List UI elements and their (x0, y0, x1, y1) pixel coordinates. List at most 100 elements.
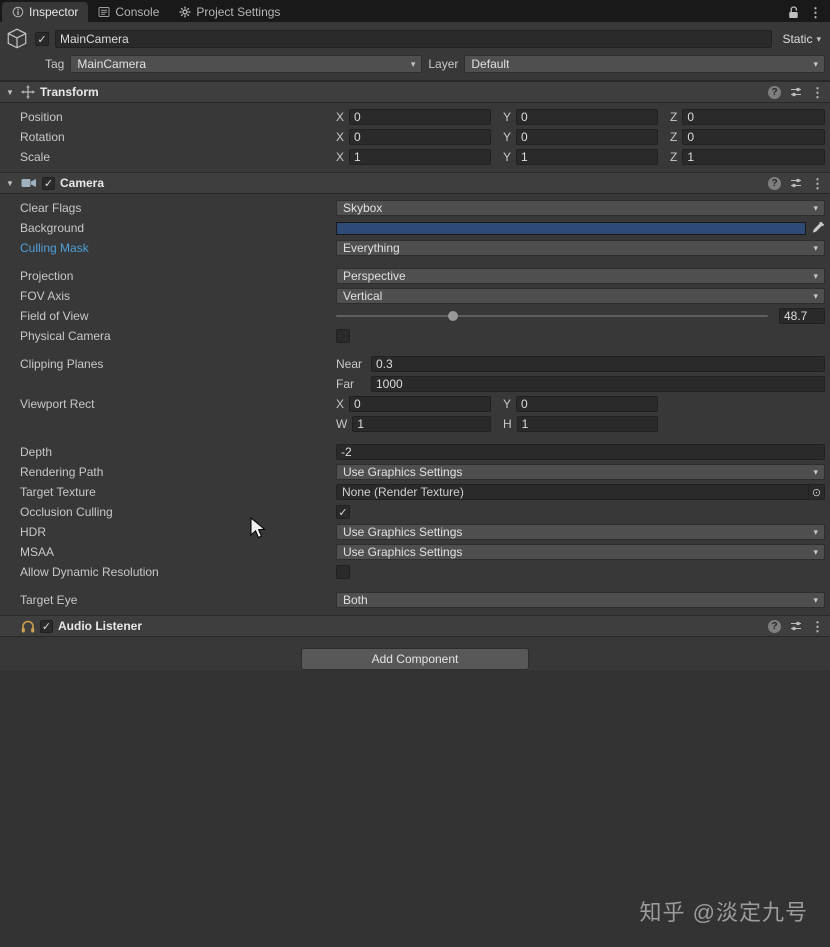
slider-track (336, 315, 768, 317)
depth-field[interactable] (336, 444, 825, 460)
presets-icon[interactable] (790, 177, 802, 189)
clipping-planes-near-row: Clipping Planes Near (0, 354, 830, 374)
gameobject-active-checkbox[interactable]: ✓ (35, 32, 49, 46)
foldout-icon[interactable]: ▼ (4, 88, 16, 97)
position-z-field[interactable] (682, 109, 825, 125)
transform-header[interactable]: ▼ Transform ? ⋮ (0, 81, 830, 103)
slider-thumb[interactable] (448, 311, 458, 321)
tab-project-settings[interactable]: Project Settings (169, 2, 290, 22)
rotation-x-field[interactable] (349, 129, 491, 145)
presets-icon[interactable] (790, 86, 802, 98)
clear-flags-row: Clear Flags Skybox ▾ (0, 198, 830, 218)
rotation-label: Rotation (20, 130, 336, 144)
occlusion-culling-row: Occlusion Culling ✓ (0, 502, 830, 522)
projection-value: Perspective (343, 269, 406, 283)
tag-layer-row: Tag MainCamera ▾ Layer Default ▾ (5, 54, 825, 74)
kebab-menu-icon[interactable]: ⋮ (811, 86, 824, 99)
tab-inspector[interactable]: Inspector (2, 2, 88, 22)
axis-z-label: Z (670, 130, 677, 144)
near-label: Near (336, 357, 366, 371)
spacer (670, 416, 825, 432)
static-label: Static (782, 32, 812, 46)
layer-dropdown[interactable]: Default ▾ (464, 55, 825, 73)
position-x-field[interactable] (349, 109, 491, 125)
kebab-menu-icon[interactable]: ⋮ (811, 620, 824, 633)
fov-axis-value: Vertical (343, 289, 382, 303)
help-icon[interactable]: ? (768, 177, 781, 190)
projection-dropdown[interactable]: Perspective ▾ (336, 268, 825, 284)
audio-listener-enabled-checkbox[interactable]: ✓ (40, 620, 53, 633)
occlusion-culling-checkbox[interactable]: ✓ (336, 505, 350, 519)
audio-listener-header[interactable]: ✓ Audio Listener ? ⋮ (0, 615, 830, 637)
object-picker-icon[interactable]: ⊙ (808, 485, 824, 499)
background-color-swatch[interactable] (336, 222, 806, 235)
far-field[interactable] (371, 376, 825, 392)
tab-bar: Inspector Console Project Settings ⋮ (0, 0, 830, 22)
clear-flags-dropdown[interactable]: Skybox ▾ (336, 200, 825, 216)
chevron-down-icon: ▾ (816, 34, 821, 45)
culling-mask-row: Culling Mask Everything ▾ (0, 238, 830, 258)
help-icon[interactable]: ? (768, 620, 781, 633)
target-texture-field[interactable]: None (Render Texture) ⊙ (336, 484, 825, 500)
tag-dropdown[interactable]: MainCamera ▾ (70, 55, 422, 73)
scale-y-field[interactable] (516, 149, 658, 165)
gameobject-name-field[interactable] (55, 30, 772, 48)
physical-camera-checkbox[interactable] (336, 329, 350, 343)
camera-header[interactable]: ▼ ✓ Camera ? ⋮ (0, 172, 830, 194)
target-eye-value: Both (343, 593, 368, 607)
depth-row: Depth (0, 442, 830, 462)
field-of-view-value-field[interactable] (779, 308, 825, 324)
hdr-row: HDR Use Graphics Settings ▾ (0, 522, 830, 542)
field-of-view-slider[interactable] (336, 308, 768, 324)
viewport-x-field[interactable] (349, 396, 491, 412)
mouse-cursor (250, 517, 267, 541)
allow-dynamic-resolution-checkbox[interactable] (336, 565, 350, 579)
msaa-dropdown[interactable]: Use Graphics Settings ▾ (336, 544, 825, 560)
position-y-field[interactable] (516, 109, 658, 125)
viewport-w-field[interactable] (352, 416, 491, 432)
hdr-dropdown[interactable]: Use Graphics Settings ▾ (336, 524, 825, 540)
target-texture-row: Target Texture None (Render Texture) ⊙ (0, 482, 830, 502)
hdr-value: Use Graphics Settings (343, 525, 462, 539)
target-eye-dropdown[interactable]: Both ▾ (336, 592, 825, 608)
field-of-view-label: Field of View (20, 309, 336, 323)
occlusion-culling-label: Occlusion Culling (20, 505, 336, 519)
console-icon (98, 6, 110, 18)
msaa-row: MSAA Use Graphics Settings ▾ (0, 542, 830, 562)
target-texture-value: None (Render Texture) (342, 485, 464, 499)
chevron-down-icon: ▾ (813, 547, 818, 558)
eyedropper-icon[interactable] (811, 221, 825, 235)
fov-axis-dropdown[interactable]: Vertical ▾ (336, 288, 825, 304)
near-field[interactable] (371, 356, 825, 372)
rotation-y-field[interactable] (516, 129, 658, 145)
tag-value: MainCamera (77, 57, 146, 71)
rotation-z-field[interactable] (682, 129, 825, 145)
kebab-menu-icon[interactable]: ⋮ (811, 177, 824, 190)
add-component-button[interactable]: Add Component (301, 648, 529, 670)
header-actions: ? ⋮ (768, 86, 824, 99)
static-dropdown[interactable]: Static ▾ (778, 32, 825, 46)
field-of-view-row: Field of View (0, 306, 830, 326)
scale-x-field[interactable] (349, 149, 491, 165)
camera-enabled-checkbox[interactable]: ✓ (42, 177, 55, 190)
foldout-icon[interactable]: ▼ (4, 179, 16, 188)
rendering-path-dropdown[interactable]: Use Graphics Settings ▾ (336, 464, 825, 480)
scale-z-field[interactable] (682, 149, 825, 165)
clear-flags-value: Skybox (343, 201, 382, 215)
kebab-menu-icon[interactable]: ⋮ (809, 6, 822, 19)
target-texture-label: Target Texture (20, 485, 336, 499)
viewport-y-field[interactable] (516, 396, 658, 412)
tab-label: Inspector (29, 5, 78, 19)
check-icon: ✓ (338, 506, 347, 519)
presets-icon[interactable] (790, 620, 802, 632)
chevron-down-icon: ▾ (813, 595, 818, 606)
culling-mask-dropdown[interactable]: Everything ▾ (336, 240, 825, 256)
axis-x-label: X (336, 130, 344, 144)
msaa-label: MSAA (20, 545, 336, 559)
inspector-panel: Inspector Console Project Settings ⋮ (0, 0, 830, 670)
lock-open-icon[interactable] (788, 6, 799, 19)
help-icon[interactable]: ? (768, 86, 781, 99)
chevron-down-icon: ▾ (813, 467, 818, 478)
viewport-h-field[interactable] (517, 416, 658, 432)
tab-console[interactable]: Console (88, 2, 169, 22)
